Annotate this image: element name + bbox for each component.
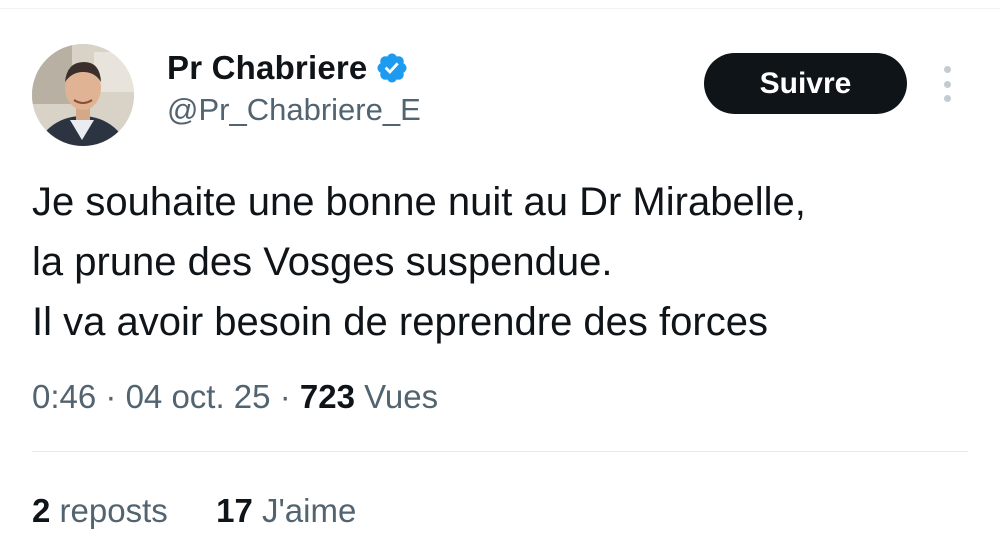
top-divider (0, 8, 1000, 9)
more-dot (943, 66, 951, 73)
reposts-count: 2 (32, 492, 51, 529)
tweet-date[interactable]: 04 oct. 25 (126, 378, 271, 415)
tweet-line: Il va avoir besoin de reprendre des forc… (32, 300, 768, 344)
views-count: 723 (299, 378, 355, 415)
verified-badge-icon (375, 51, 409, 85)
name-row: Pr Chabriere (167, 46, 421, 90)
reposts-label: reposts (59, 492, 168, 529)
reposts-stat[interactable]: 2 reposts (32, 487, 168, 535)
meta-separator: · (105, 378, 117, 415)
follow-button[interactable]: Suivre (704, 53, 907, 114)
meta-separator: · (279, 378, 291, 415)
more-dot (943, 80, 951, 88)
more-dot (943, 95, 951, 102)
tweet-line: Je souhaite une bonne nuit au Dr Mirabel… (32, 180, 806, 224)
likes-stat[interactable]: 17 J'aime (216, 487, 356, 535)
avatar[interactable] (32, 44, 134, 146)
display-name[interactable]: Pr Chabriere (167, 49, 367, 87)
likes-count: 17 (216, 492, 253, 529)
views-label: Vues (364, 378, 439, 415)
tweet-meta: 0:46 · 04 oct. 25 · 723 Vues (32, 373, 438, 421)
likes-label: J'aime (261, 492, 357, 529)
tweet-line: la prune des Vosges suspendue. (32, 240, 613, 284)
user-handle[interactable]: @Pr_Chabriere_E (167, 90, 421, 130)
tweet-time[interactable]: 0:46 (32, 378, 96, 415)
tweet-text: Je souhaite une bonne nuit au Dr Mirabel… (32, 172, 972, 352)
engagement-stats: 2 reposts 17 J'aime (32, 487, 356, 535)
divider (32, 451, 968, 452)
author-block: Pr Chabriere @Pr_Chabriere_E (167, 46, 421, 130)
avatar-photo-icon (32, 44, 134, 146)
more-vertical-icon[interactable] (934, 66, 960, 102)
